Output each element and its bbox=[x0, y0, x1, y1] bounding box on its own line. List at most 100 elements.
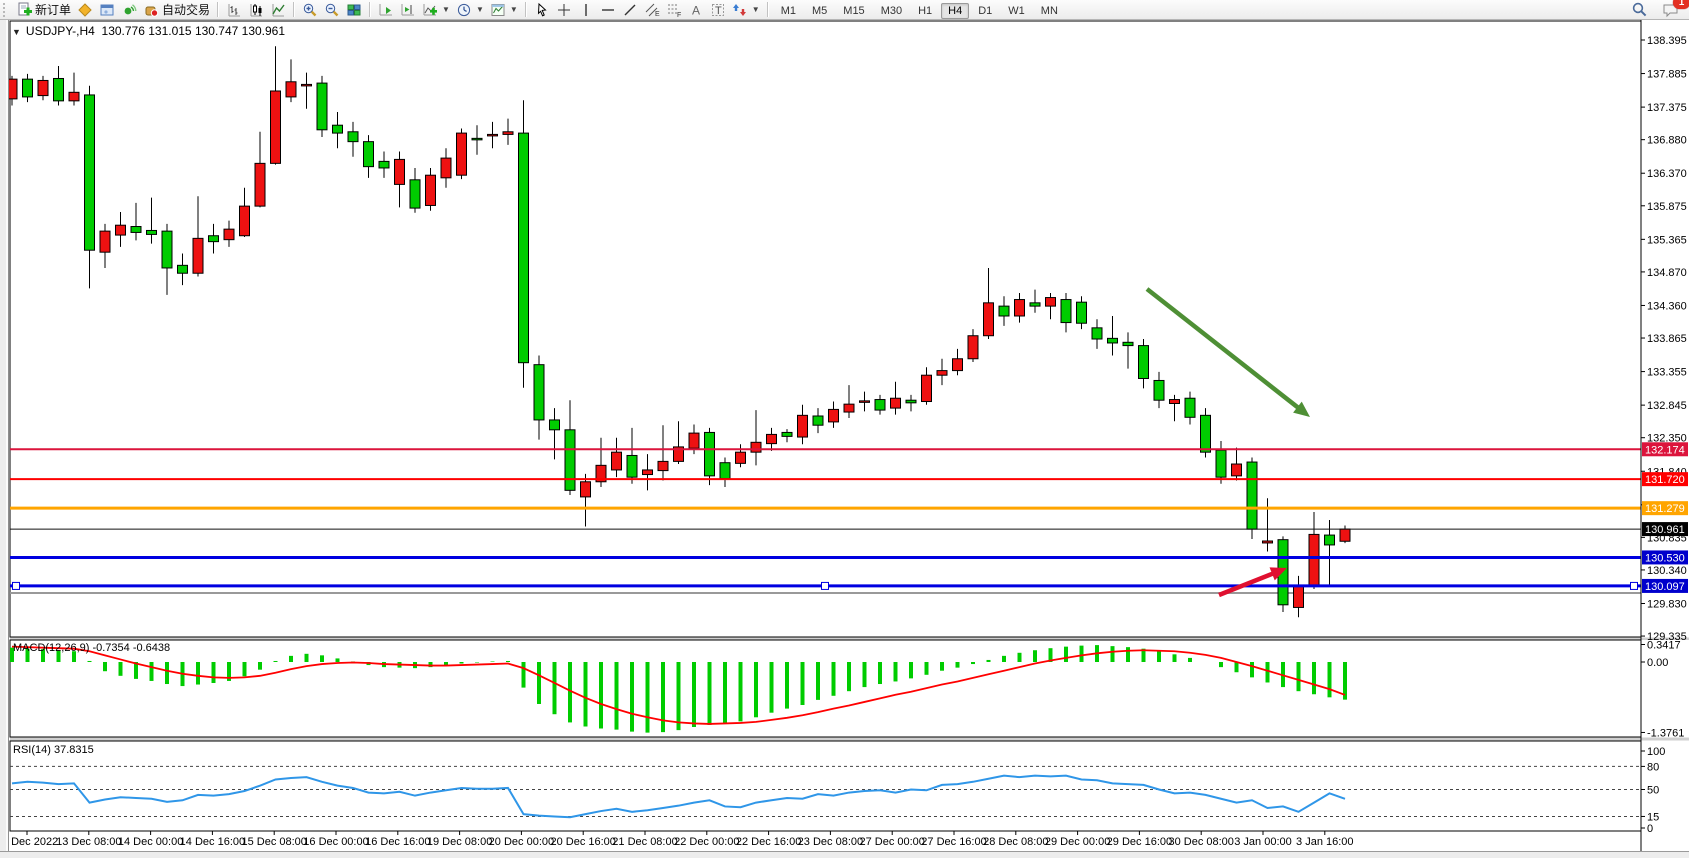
toolbar-grip[interactable] bbox=[3, 3, 10, 17]
candle bbox=[240, 206, 250, 236]
chart-dropdown-icon[interactable]: ▼ bbox=[12, 27, 21, 37]
timeframe-button-m5[interactable]: M5 bbox=[805, 3, 834, 19]
time-tick-label: 29 Dec 00:00 bbox=[1045, 836, 1110, 848]
timeframe-button-mn[interactable]: MN bbox=[1034, 3, 1065, 19]
candle bbox=[1340, 529, 1350, 541]
timeframe-button-h1[interactable]: H1 bbox=[911, 3, 939, 19]
text-tool-button[interactable]: A bbox=[685, 1, 707, 19]
chart-shift-icon bbox=[400, 2, 416, 18]
line-selection-handle[interactable] bbox=[1631, 582, 1638, 589]
chart-shift-button[interactable] bbox=[397, 1, 419, 19]
time-tick-label: 19 Dec 08:00 bbox=[427, 836, 492, 848]
time-tick-label: 15 Dec 08:00 bbox=[241, 836, 306, 848]
chart-canvas[interactable]: 138.395137.885137.375136.880136.370135.8… bbox=[0, 20, 1689, 858]
candle bbox=[581, 482, 591, 497]
periods-button[interactable]: ▼ bbox=[453, 1, 487, 19]
auto-trading-button[interactable]: 自动交易 bbox=[140, 1, 213, 19]
horizontal-line-tool-button[interactable] bbox=[597, 1, 619, 19]
channel-tool-button[interactable]: E bbox=[641, 1, 663, 19]
pane-separator[interactable] bbox=[10, 738, 1689, 741]
candle bbox=[379, 161, 389, 168]
auto-trading-label: 自动交易 bbox=[162, 1, 210, 18]
candle bbox=[457, 133, 467, 175]
fibonacci-tool-button[interactable]: F bbox=[663, 1, 685, 19]
time-tick-label: 3 Jan 00:00 bbox=[1234, 836, 1292, 848]
candle bbox=[364, 142, 374, 167]
candle bbox=[302, 84, 312, 86]
time-axis[interactable]: 12 Dec 202213 Dec 08:0014 Dec 00:0014 De… bbox=[0, 831, 1354, 848]
crosshair-tool-button[interactable] bbox=[553, 1, 575, 19]
price-tick-label: 132.845 bbox=[1647, 400, 1687, 412]
candle bbox=[984, 303, 994, 336]
time-tick-label: 3 Jan 16:00 bbox=[1296, 836, 1354, 848]
line-selection-handle[interactable] bbox=[822, 582, 829, 589]
window-frame-left bbox=[0, 20, 9, 852]
price-tick-label: 137.885 bbox=[1647, 69, 1687, 81]
candle bbox=[736, 452, 746, 463]
candle bbox=[426, 175, 436, 205]
price-tick-label: 138.395 bbox=[1647, 35, 1687, 47]
timeframe-button-h4[interactable]: H4 bbox=[941, 3, 969, 19]
chevron-down-icon: ▼ bbox=[476, 5, 484, 14]
candle bbox=[751, 442, 761, 452]
timeframe-button-m30[interactable]: M30 bbox=[874, 3, 909, 19]
bar-chart-mode-button[interactable] bbox=[223, 1, 245, 19]
templates-button[interactable]: ▼ bbox=[487, 1, 521, 19]
auto-scroll-icon bbox=[378, 2, 394, 18]
tile-windows-icon bbox=[346, 2, 362, 18]
chart-window[interactable]: 138.395137.885137.375136.880136.370135.8… bbox=[0, 20, 1689, 858]
text-label-tool-button[interactable]: T bbox=[707, 1, 729, 19]
rsi-pane[interactable] bbox=[10, 741, 1641, 831]
candlestick-mode-button[interactable] bbox=[245, 1, 267, 19]
shapes-tool-button[interactable]: ▼ bbox=[729, 1, 763, 19]
timeframe-button-d1[interactable]: D1 bbox=[971, 3, 999, 19]
candle bbox=[23, 79, 33, 97]
indicators-icon bbox=[422, 2, 438, 18]
candle bbox=[519, 133, 529, 363]
search-button[interactable] bbox=[1628, 1, 1651, 19]
price-tick-label: 129.830 bbox=[1647, 598, 1687, 610]
time-tick-label: 14 Dec 00:00 bbox=[118, 836, 183, 848]
rsi-scale-label: 50 bbox=[1647, 785, 1659, 797]
notifications-button[interactable]: 1 bbox=[1659, 1, 1683, 19]
timeframe-button-m1[interactable]: M1 bbox=[774, 3, 803, 19]
rsi-scale-label: 15 bbox=[1647, 811, 1659, 823]
horizontal-line-icon bbox=[600, 2, 616, 18]
price-tick-label: 137.375 bbox=[1647, 102, 1687, 114]
candle bbox=[472, 138, 482, 140]
candle bbox=[1061, 300, 1071, 323]
time-tick-label: 16 Dec 16:00 bbox=[365, 836, 430, 848]
signals-button[interactable] bbox=[118, 1, 140, 19]
trendline-tool-button[interactable] bbox=[619, 1, 641, 19]
line-selection-handle[interactable] bbox=[13, 582, 20, 589]
candle bbox=[705, 432, 715, 475]
equidistant-channel-icon: E bbox=[644, 2, 660, 18]
zoom-in-button[interactable] bbox=[299, 1, 321, 19]
price-tick-label: 134.360 bbox=[1647, 300, 1687, 312]
tile-windows-button[interactable] bbox=[343, 1, 365, 19]
candle bbox=[1232, 464, 1242, 476]
rsi-scale-label: 100 bbox=[1647, 746, 1665, 758]
candle bbox=[488, 134, 498, 136]
line-chart-mode-button[interactable] bbox=[267, 1, 289, 19]
cursor-tool-button[interactable] bbox=[531, 1, 553, 19]
market-watch-button[interactable] bbox=[74, 1, 96, 19]
price-badge-label: 130.097 bbox=[1645, 581, 1685, 593]
timeframe-button-m15[interactable]: M15 bbox=[836, 3, 871, 19]
new-order-button[interactable]: 新订单 bbox=[13, 1, 74, 19]
candle bbox=[1201, 415, 1211, 452]
vertical-line-tool-button[interactable] bbox=[575, 1, 597, 19]
indicators-button[interactable]: ▼ bbox=[419, 1, 453, 19]
timeframe-button-w1[interactable]: W1 bbox=[1001, 3, 1032, 19]
macd-pane[interactable] bbox=[10, 640, 1641, 737]
main-price-pane[interactable] bbox=[10, 21, 1641, 637]
data-window-button[interactable] bbox=[96, 1, 118, 19]
price-axis[interactable]: 138.395137.885137.375136.880136.370135.8… bbox=[1641, 20, 1687, 851]
price-tick-label: 133.865 bbox=[1647, 333, 1687, 345]
candle bbox=[906, 400, 916, 403]
svg-text:F: F bbox=[677, 12, 681, 18]
zoom-out-button[interactable] bbox=[321, 1, 343, 19]
auto-scroll-button[interactable] bbox=[375, 1, 397, 19]
candle bbox=[503, 132, 513, 135]
data-window-icon bbox=[99, 2, 115, 18]
